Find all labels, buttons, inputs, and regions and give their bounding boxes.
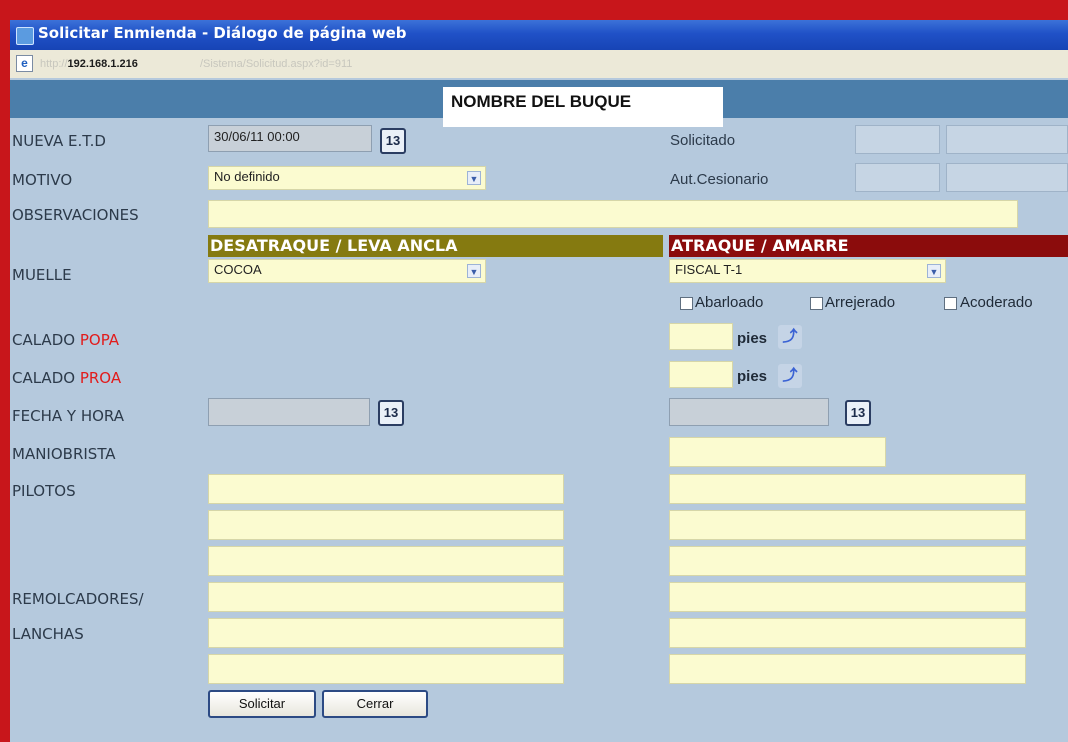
- section-desatraque: DESATRAQUE / LEVA ANCLA: [208, 235, 663, 257]
- observaciones-input[interactable]: [208, 200, 1018, 228]
- ship-name-title: NOMBRE DEL BUQUE: [443, 87, 723, 127]
- section-atraque: ATRAQUE / AMARRE: [669, 235, 1068, 257]
- checkbox-abarloado[interactable]: [680, 297, 693, 310]
- label-pilotos: PILOTOS: [12, 482, 76, 500]
- convert-icon[interactable]: ⤴: [778, 364, 802, 388]
- ie-icon: e: [16, 55, 33, 72]
- checkbox-arrejerado[interactable]: [810, 297, 823, 310]
- checkbox-acoderado[interactable]: [944, 297, 957, 310]
- checkbox-label-arrejerado: Arrejerado: [825, 294, 896, 311]
- remolcador-right-2[interactable]: [669, 618, 1026, 648]
- muelle-left-select[interactable]: COCOA: [208, 259, 486, 283]
- piloto-left-2[interactable]: [208, 510, 564, 540]
- chevron-down-icon[interactable]: ▼: [927, 264, 941, 278]
- address-path: /Sistema/Solicitud.aspx?id=911: [200, 58, 353, 70]
- remolcador-right-1[interactable]: [669, 582, 1026, 612]
- etd-input[interactable]: 30/06/11 00:00: [208, 125, 372, 152]
- label-calado-proa: CALADO PROA: [12, 369, 122, 387]
- solicitado-field-1[interactable]: [855, 125, 940, 154]
- checkbox-label-acoderado: Acoderado: [960, 294, 1033, 311]
- label-maniobrista: MANIOBRISTA: [12, 445, 116, 463]
- solicitar-button[interactable]: Solicitar: [208, 690, 316, 718]
- window-title: Solicitar Enmienda - Diálogo de página w…: [38, 24, 407, 42]
- unit-pies-popa: pies: [737, 330, 768, 347]
- motivo-select[interactable]: No definido: [208, 166, 486, 190]
- aut-cesionario-field-1[interactable]: [855, 163, 940, 192]
- label-muelle: MUELLE: [12, 266, 72, 284]
- solicitado-field-2[interactable]: [946, 125, 1068, 154]
- label-solicitado: Solicitado: [670, 132, 736, 149]
- label-calado-popa: CALADO POPA: [12, 331, 120, 349]
- piloto-left-1[interactable]: [208, 474, 564, 504]
- fecha-hora-right-input[interactable]: [669, 398, 829, 426]
- label-lanchas: LANCHAS: [12, 625, 84, 643]
- remolcador-left-2[interactable]: [208, 618, 564, 648]
- chevron-down-icon[interactable]: ▼: [467, 171, 481, 185]
- muelle-right-select[interactable]: FISCAL T-1: [669, 259, 946, 283]
- motivo-selected-value: No definido: [214, 169, 280, 184]
- muelle-left-value: COCOA: [214, 262, 262, 277]
- window-app-icon: [16, 27, 34, 45]
- label-fecha-hora: FECHA Y HORA: [12, 407, 124, 425]
- checkbox-label-abarloado: Abarloado: [695, 294, 764, 311]
- maniobrista-input[interactable]: [669, 437, 886, 467]
- piloto-left-3[interactable]: [208, 546, 564, 576]
- calado-proa-input[interactable]: [669, 361, 733, 388]
- label-remolcadores: REMOLCADORES/: [12, 590, 144, 608]
- calendar-icon[interactable]: 13: [380, 128, 406, 154]
- calendar-icon[interactable]: 13: [378, 400, 404, 426]
- muelle-right-value: FISCAL T-1: [675, 262, 743, 277]
- remolcador-left-1[interactable]: [208, 582, 564, 612]
- fecha-hora-left-input[interactable]: [208, 398, 370, 426]
- label-aut-cesionario: Aut.Cesionario: [670, 171, 769, 188]
- remolcador-right-3[interactable]: [669, 654, 1026, 684]
- calado-popa-input[interactable]: [669, 323, 733, 350]
- address-host: http://192.168.1.216: [40, 58, 138, 70]
- piloto-right-2[interactable]: [669, 510, 1026, 540]
- label-motivo: MOTIVO: [12, 171, 73, 189]
- calendar-icon[interactable]: 13: [845, 400, 871, 426]
- label-nueva-etd: NUEVA E.T.D: [12, 132, 106, 150]
- unit-pies-proa: pies: [737, 368, 768, 385]
- label-observaciones: OBSERVACIONES: [12, 206, 139, 224]
- chevron-down-icon[interactable]: ▼: [467, 264, 481, 278]
- cerrar-button[interactable]: Cerrar: [322, 690, 428, 718]
- piloto-right-1[interactable]: [669, 474, 1026, 504]
- address-bar: [10, 50, 1068, 79]
- aut-cesionario-field-2[interactable]: [946, 163, 1068, 192]
- convert-icon[interactable]: ⤴: [778, 325, 802, 349]
- remolcador-left-3[interactable]: [208, 654, 564, 684]
- piloto-right-3[interactable]: [669, 546, 1026, 576]
